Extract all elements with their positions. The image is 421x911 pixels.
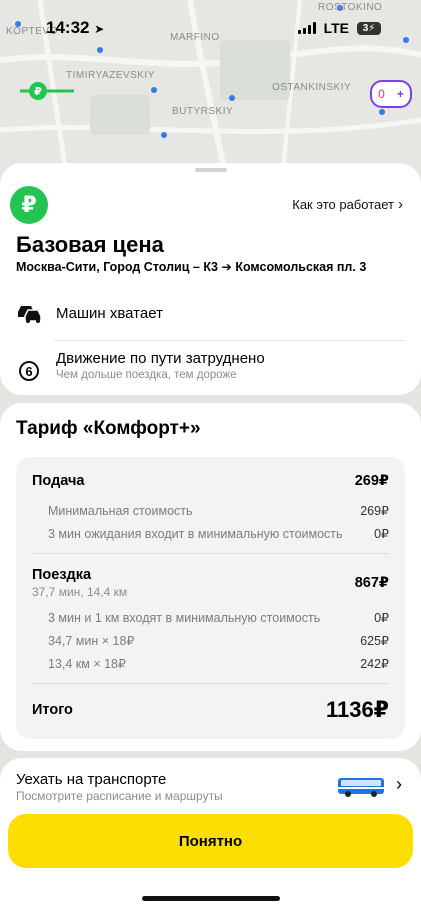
plus-icon: + [396,87,404,101]
how-it-works-label: Как это работает [292,197,394,212]
confirm-button[interactable]: Понятно [8,814,413,868]
transit-title: Уехать на транспорте [16,771,167,788]
map-promo-chip[interactable]: 0 + [370,80,412,108]
pickup-row: Подача 269₽ [32,473,389,489]
divider [54,340,405,341]
map-label: OSTANKINSKIY [272,82,352,93]
total-label: Итого [32,702,73,718]
map-label: ROSTOKINO [318,2,383,13]
divider [32,553,389,554]
price-details-sheet: ₽ Как это работает › Базовая цена Москва… [0,163,421,911]
total-row: Итого 1136₽ [32,697,389,723]
traffic-row: 6 Движение по пути затруднено Чем дольше… [16,350,265,384]
cars-icon [16,300,42,326]
signal-icon [297,22,316,34]
svg-text:₽: ₽ [34,85,42,98]
breakdown-line: Минимальная стоимость 269₽ [48,503,389,519]
traffic-title: Движение по пути затруднено [56,350,265,367]
route-text: Москва-Сити, Город Столиц – К3 ➔ Комсомо… [16,260,367,274]
trip-subtitle: 37,7 мин, 14,4 км [32,585,128,599]
trip-amount: 867₽ [354,575,389,591]
pickup-label: Подача [32,473,85,489]
sheet-drag-handle[interactable] [195,168,227,172]
transit-subtitle: Посмотрите расписание и маршруты [16,789,223,803]
divider [32,683,389,684]
pickup-amount: 269₽ [354,473,389,489]
map-label: MARFINO [170,32,220,43]
breakdown-line: 34,7 мин × 18₽ 625₽ [48,634,389,648]
traffic-level-icon: 6 [16,358,42,384]
tariff-title: Тариф «Комфорт+» [16,418,201,439]
breakdown-line: 3 мин и 1 км входят в минимальную стоимо… [48,610,389,626]
base-price-card: ₽ Как это работает › Базовая цена Москва… [0,163,421,395]
map-label: TIMIRYAZEVSKIY [66,70,155,81]
chevron-right-icon[interactable]: › [396,774,402,795]
breakdown-line: 13,4 км × 18₽ 242₽ [48,657,389,671]
chevron-right-icon: › [398,196,403,213]
actions-card: Уехать на транспорте Посмотрите расписан… [0,758,421,911]
how-it-works-link[interactable]: Как это работает › [292,196,403,213]
breakdown-line: 3 мин ожидания входит в минимальную стои… [48,526,389,542]
total-amount: 1136₽ [325,697,389,722]
map-label: BUTYRSKIY [172,106,234,117]
page-title: Базовая цена [16,232,164,257]
chip-value: 0 [378,87,385,101]
public-transport-link[interactable]: Уехать на транспорте Посмотрите расписан… [16,771,223,803]
tariff-card: Тариф «Комфорт+» Подача 269₽ Минимальная… [0,403,421,751]
bus-icon [337,776,385,798]
traffic-subtitle: Чем дольше поездка, тем дороже [56,369,237,381]
network-type: LTE [323,20,349,36]
price-breakdown: Подача 269₽ Минимальная стоимость 269₽ 3… [16,457,405,739]
battery-icon: 3 ⚡ [357,21,381,35]
cars-availability-label: Машин хватает [56,304,163,322]
status-time: 14:32 ➤ [46,18,105,37]
cars-availability-row: Машин хватает [16,300,163,326]
home-indicator [142,896,280,901]
ruble-icon: ₽ [10,186,48,224]
location-arrow-icon: ➤ [94,22,105,36]
map-route-marker: ₽ [16,80,76,102]
status-indicators: LTE 3 ⚡ [297,20,381,36]
